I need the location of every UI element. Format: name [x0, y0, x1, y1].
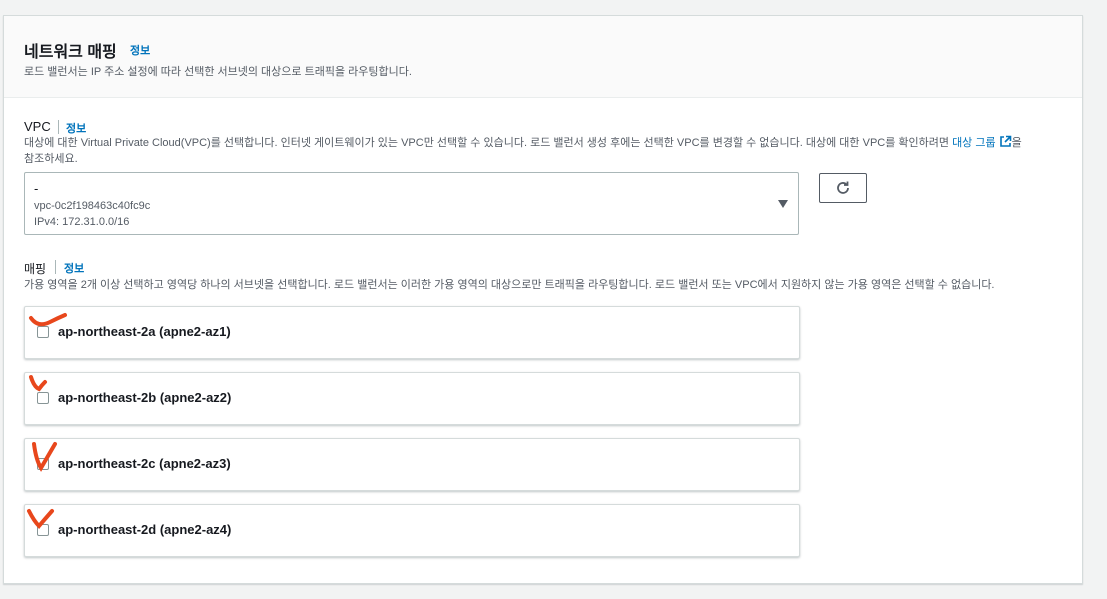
vpc-select[interactable]: - vpc-0c2f198463c40fc9c IPv4: 172.31.0.0… [24, 172, 799, 235]
target-group-link[interactable]: 대상 그룹 [952, 135, 1012, 149]
refresh-button[interactable] [819, 173, 867, 203]
mapping-description: 가용 영역을 2개 이상 선택하고 영역당 하나의 서브넷을 선택합니다. 로드… [24, 279, 995, 291]
mapping-info-link[interactable]: 정보 [64, 260, 84, 276]
vpc-description: 대상에 대한 Virtual Private Cloud(VPC)를 선택합니다… [24, 135, 1064, 167]
panel-header: 네트워크 매핑 정보 로드 밸런서는 IP 주소 설정에 따라 선택한 서브넷의… [4, 16, 1082, 98]
network-mapping-panel: 네트워크 매핑 정보 로드 밸런서는 IP 주소 설정에 따라 선택한 서브넷의… [3, 15, 1083, 584]
vpc-label: VPC [24, 119, 51, 134]
vpc-selected-value: - [34, 181, 39, 196]
divider [55, 260, 56, 274]
section-info-link[interactable]: 정보 [130, 42, 150, 58]
az-option: ap-northeast-2b (apne2-az2) [24, 372, 800, 425]
az-checkbox[interactable] [37, 392, 49, 404]
mapping-label: 매핑 [24, 262, 47, 276]
vpc-desc-text: 대상에 대한 Virtual Private Cloud(VPC)를 선택합니다… [24, 137, 953, 149]
az-label[interactable]: ap-northeast-2b (apne2-az2) [58, 390, 231, 405]
vpc-desc-line2: 참조하세요. [24, 153, 78, 165]
az-label[interactable]: ap-northeast-2d (apne2-az4) [58, 522, 231, 537]
section-title: 네트워크 매핑 [24, 44, 117, 61]
az-label[interactable]: ap-northeast-2c (apne2-az3) [58, 456, 231, 471]
vpc-selected-id: vpc-0c2f198463c40fc9c [34, 200, 151, 212]
target-group-link-text: 대상 그룹 [952, 137, 996, 149]
vpc-desc-end: 을 [1011, 137, 1022, 149]
section-subtitle: 로드 밸런서는 IP 주소 설정에 따라 선택한 서브넷의 대상으로 트래픽을 … [24, 66, 412, 78]
vpc-selected-cidr: IPv4: 172.31.0.0/16 [34, 216, 130, 228]
refresh-icon [837, 181, 849, 194]
az-checkbox[interactable] [37, 458, 49, 470]
vpc-info-link[interactable]: 정보 [66, 120, 86, 136]
az-option: ap-northeast-2c (apne2-az3) [24, 438, 800, 491]
az-checkbox[interactable] [37, 326, 49, 338]
az-checkbox[interactable] [37, 524, 49, 536]
divider [58, 120, 59, 134]
external-link-icon [999, 135, 1011, 147]
az-label[interactable]: ap-northeast-2a (apne2-az1) [58, 324, 231, 339]
caret-down-icon [778, 200, 788, 208]
az-option: ap-northeast-2a (apne2-az1) [24, 306, 800, 359]
az-option: ap-northeast-2d (apne2-az4) [24, 504, 800, 557]
